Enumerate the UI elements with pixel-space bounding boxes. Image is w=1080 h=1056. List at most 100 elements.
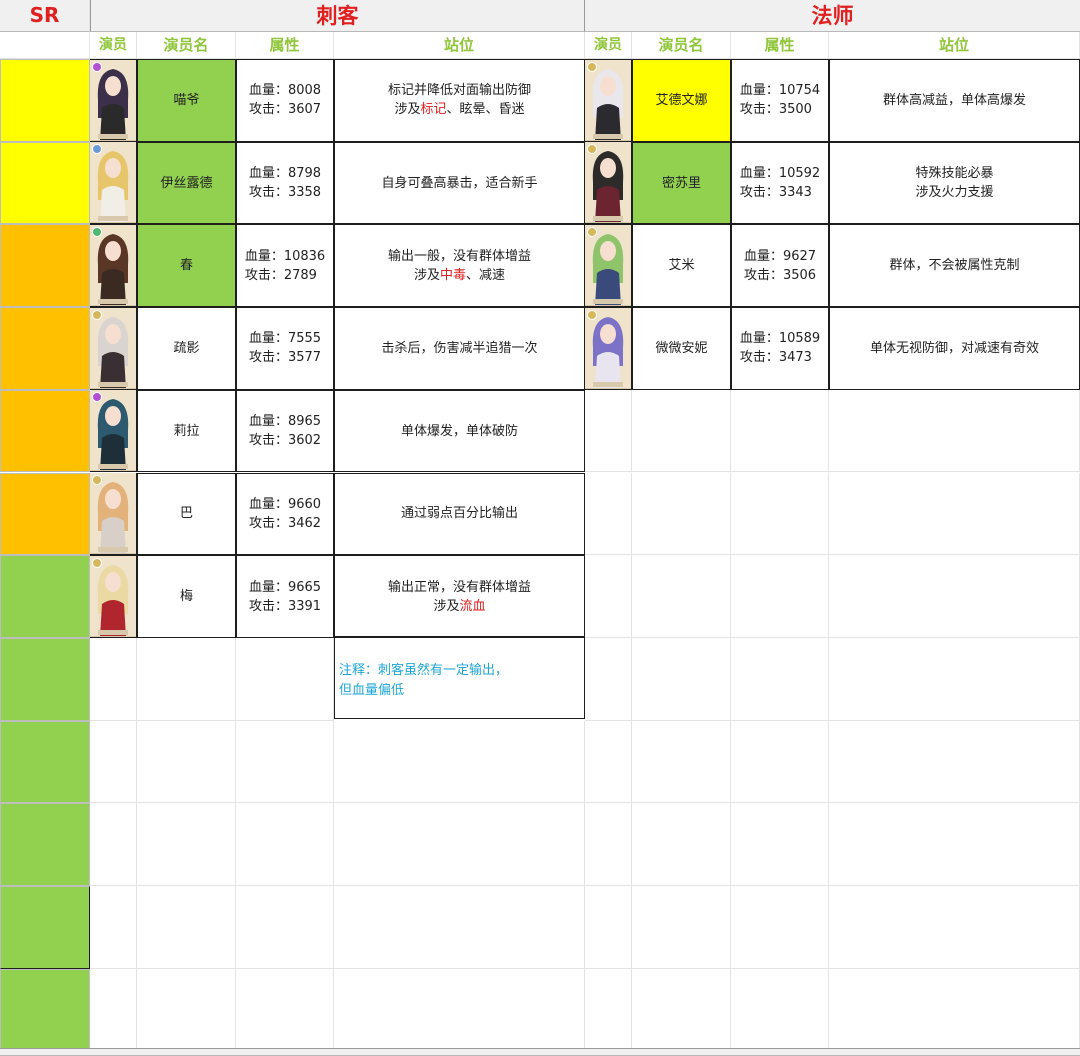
portrait-figure-icon (90, 224, 136, 305)
mage-name: 微微安妮 (655, 340, 708, 356)
tier-color-cell (0, 886, 90, 969)
assassin-attributes: 血量：10836 攻击：2789 (244, 248, 326, 283)
portrait-figure-icon (90, 142, 136, 223)
assassin-name: 伊丝露德 (160, 175, 213, 191)
mage-name-cell: 艾德文娜 (632, 59, 731, 142)
assassin-position-text: 单体爆发，单体破防 (401, 422, 518, 441)
empty-cell (829, 555, 1080, 638)
empty-cell (90, 637, 137, 721)
assassin-position-text: 自身可叠高暴击，适合新手 (381, 174, 537, 193)
mage-name: 艾米 (668, 258, 695, 274)
assassin-name: 梅 (179, 589, 193, 605)
empty-cell (829, 803, 1080, 886)
empty-cell (829, 886, 1080, 969)
empty-cell (829, 637, 1080, 721)
assassin-attr-cell: 血量：8798 攻击：3358 (236, 141, 334, 225)
portrait-image (585, 307, 631, 389)
empty-cell (585, 968, 632, 1052)
empty-cell (334, 968, 585, 1052)
mage-name: 密苏里 (661, 175, 701, 191)
tier-color-cell (0, 637, 90, 721)
mage-attr-cell: 血量：10592 攻击：3343 (731, 141, 829, 225)
element-badge-icon (92, 475, 102, 485)
portrait-figure-icon (90, 555, 136, 636)
empty-cell (585, 555, 632, 638)
assassin-name-cell: 梅 (137, 555, 236, 638)
mage-col-attr-header: 属性 (731, 32, 829, 59)
tier-color-cell (0, 224, 90, 308)
assassin-attr-cell: 血量：7555 攻击：3577 (236, 307, 334, 390)
assassin-name-cell: 巴 (137, 472, 236, 556)
empty-cell (236, 968, 334, 1052)
empty-cell (334, 803, 585, 886)
mage-position-cell: 群体，不会被属性克制 (829, 224, 1080, 308)
mage-attributes: 血量：10589 攻击：3473 (739, 331, 821, 366)
sr-rank-label: SR (29, 3, 60, 27)
element-badge-icon (587, 61, 597, 72)
mage-col-name-header: 演员名 (632, 32, 731, 59)
assassin-position-text: 击杀后，伤害减半追猎一次 (381, 339, 537, 358)
element-badge-icon (92, 309, 102, 320)
empty-cell (137, 803, 236, 886)
empty-cell (137, 637, 236, 721)
assassin-col-portrait-header: 演员 (90, 32, 137, 59)
portrait-image (585, 224, 631, 306)
assassin-attr-cell: 血量：9660 攻击：3462 (236, 472, 334, 556)
tier-color-cell (0, 968, 90, 1052)
empty-cell (137, 720, 236, 804)
empty-cell (632, 968, 731, 1052)
highlighted-effect: 流血 (459, 598, 486, 614)
assassin-attr-cell: 血量：10836 攻击：2789 (236, 224, 334, 308)
mage-attr-cell: 血量：9627 攻击：3506 (731, 224, 829, 308)
portrait-figure-icon (585, 142, 631, 223)
next-section-band (0, 1048, 1080, 1056)
empty-cell (585, 886, 632, 969)
assassin-position-text: 通过弱点百分比输出 (401, 504, 518, 523)
portrait-image (585, 59, 631, 141)
empty-cell (731, 886, 829, 969)
assassin-col-position-header: 站位 (334, 32, 585, 59)
mage-position-cell: 特殊技能必暴 涉及火力支援 (829, 141, 1080, 225)
portrait-image (90, 59, 136, 141)
tier-color-cell (0, 307, 90, 390)
assassin-attributes: 血量：9660 攻击：3462 (248, 496, 322, 531)
highlighted-effect: 标记 (420, 102, 447, 118)
empty-cell (236, 803, 334, 886)
tier-color-cell (0, 59, 90, 142)
empty-cell (829, 968, 1080, 1052)
portrait-figure-icon (90, 390, 136, 471)
assassin-attr-cell: 血量：9665 攻击：3391 (236, 555, 334, 638)
empty-cell (90, 720, 137, 804)
mage-position-cell: 单体无视防御，对减速有奇效 (829, 307, 1080, 390)
assassin-attributes: 血量：8798 攻击：3358 (248, 166, 322, 201)
empty-cell (334, 720, 585, 804)
position-text-part: 自身可叠高暴击，适合新手 (381, 175, 538, 191)
assassin-name-cell: 莉拉 (137, 389, 236, 473)
tier-color-cell (0, 141, 90, 225)
empty-cell (731, 637, 829, 721)
assassin-position-text: 标记并降低对面输出防御 涉及标记、眩晕、昏迷 (388, 81, 531, 119)
mage-name-cell: 密苏里 (632, 141, 731, 225)
assassin-attributes: 血量：8965 攻击：3602 (248, 414, 322, 449)
empty-cell (829, 720, 1080, 804)
empty-cell (731, 720, 829, 804)
empty-cell (632, 803, 731, 886)
portrait-image (90, 555, 136, 637)
mage-name-cell: 艾米 (632, 224, 731, 308)
assassin-name: 莉拉 (173, 423, 200, 439)
empty-cell (585, 637, 632, 721)
highlighted-effect: 中毒 (439, 267, 466, 283)
assassin-position-cell: 击杀后，伤害减半追猎一次 (334, 307, 585, 390)
sr-rank-header: SR (0, 0, 90, 32)
empty-cell (731, 472, 829, 556)
blank-header-cell (0, 32, 90, 59)
assassin-name: 喵爷 (173, 92, 200, 108)
mage-attr-cell: 血量：10589 攻击：3473 (731, 307, 829, 390)
empty-cell (236, 637, 334, 721)
assassin-col-name-header: 演员名 (137, 32, 236, 59)
mage-position-text: 单体无视防御，对减速有奇效 (869, 340, 1039, 356)
element-badge-icon (92, 61, 102, 72)
empty-cell (137, 968, 236, 1052)
empty-cell (829, 389, 1080, 473)
mage-name-cell: 微微安妮 (632, 307, 731, 390)
